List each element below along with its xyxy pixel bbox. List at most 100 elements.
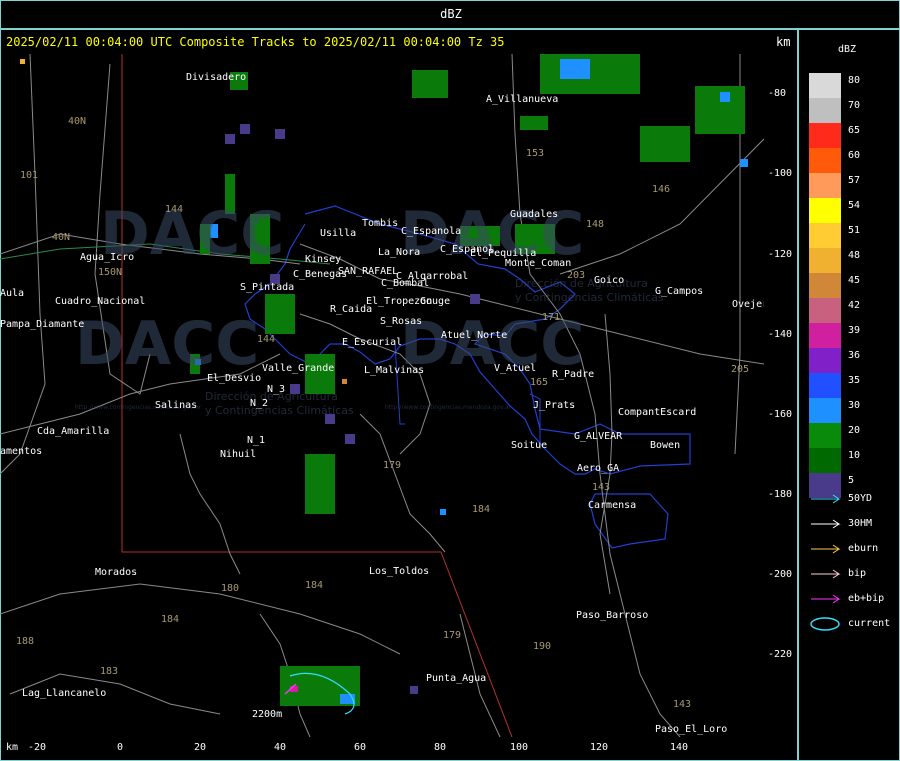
place-label: S_Rosas bbox=[380, 316, 423, 327]
place-label: amentos bbox=[0, 446, 43, 457]
legend-title: dBZ bbox=[838, 44, 857, 55]
y-tick: -100 bbox=[768, 168, 793, 179]
place-label: R_Padre bbox=[552, 369, 595, 380]
legend-swatch bbox=[809, 248, 841, 273]
place-label: Monte_Coman bbox=[505, 258, 572, 269]
x-tick: 20 bbox=[194, 742, 207, 753]
legend-track-label: eb+bip bbox=[848, 593, 885, 604]
legend-track-label: 30HM bbox=[848, 518, 873, 529]
place-label: Paso_El_Loro bbox=[655, 724, 728, 735]
place-label: Morados bbox=[95, 567, 138, 578]
y-tick: -180 bbox=[768, 489, 793, 500]
place-label: C_Espanola bbox=[401, 226, 462, 237]
legend-swatch bbox=[809, 423, 841, 448]
watermark-logo-3: DACC bbox=[75, 309, 260, 379]
x-tick: -20 bbox=[28, 742, 47, 753]
composite-header: 2025/02/11 00:04:00 UTC Composite Tracks… bbox=[6, 35, 505, 49]
place-label: Gouge bbox=[420, 296, 451, 307]
place-label: Kinsey bbox=[305, 254, 342, 265]
route-label: 190 bbox=[533, 641, 552, 652]
place-label: Nihuil bbox=[220, 449, 257, 460]
legend-swatch bbox=[809, 373, 841, 398]
legend-swatch bbox=[809, 148, 841, 173]
legend-swatch bbox=[809, 323, 841, 348]
legend-track-label: 50YD bbox=[848, 493, 873, 504]
legend-swatch-label: 80 bbox=[848, 75, 861, 86]
place-label: Guadales bbox=[510, 209, 559, 220]
legend-swatch-label: 65 bbox=[848, 125, 861, 136]
route-label: 146 bbox=[652, 184, 671, 195]
y-tick: -120 bbox=[768, 249, 793, 260]
route-label: 180 bbox=[221, 583, 240, 594]
x-tick: 80 bbox=[434, 742, 447, 753]
radar-map[interactable]: DACC DACC DACC DACC Dirección de Agricul… bbox=[0, 54, 764, 737]
route-label: 203 bbox=[567, 270, 586, 281]
place-label: E_Escurial bbox=[342, 337, 403, 348]
legend-swatch-label: 70 bbox=[848, 100, 861, 111]
current-ellipse-icon bbox=[810, 617, 840, 631]
legend-swatch bbox=[809, 348, 841, 373]
route-label: 143 bbox=[592, 482, 611, 493]
legend-swatch-label: 42 bbox=[848, 300, 861, 311]
y-tick: -140 bbox=[768, 329, 793, 340]
place-label: Valle_Grande bbox=[262, 363, 335, 374]
route-label: 184 bbox=[161, 614, 180, 625]
route-label: 148 bbox=[586, 219, 605, 230]
route-label: 165 bbox=[530, 377, 549, 388]
route-label: 188 bbox=[16, 636, 35, 647]
route-label: 179 bbox=[383, 460, 402, 471]
place-label: Los_Toldos bbox=[369, 566, 430, 577]
legend-swatch-label: 54 bbox=[848, 200, 861, 211]
track-arrow-icon bbox=[811, 519, 841, 529]
legend-swatch-label: 30 bbox=[848, 400, 861, 411]
track-arrow-icon bbox=[811, 569, 841, 579]
place-label: N_3 bbox=[267, 384, 286, 395]
place-label: Cda_Amarilla bbox=[37, 426, 110, 437]
legend-swatch-label: 35 bbox=[848, 375, 861, 386]
place-label: Paso_Barroso bbox=[576, 610, 649, 621]
legend-swatch bbox=[809, 73, 841, 98]
place-label: La_Nora bbox=[378, 247, 421, 258]
place-label: Carmensa bbox=[588, 500, 637, 511]
x-tick: 40 bbox=[274, 742, 287, 753]
place-label: SAN_RAFAEL bbox=[338, 266, 399, 277]
route-label: 150N bbox=[98, 267, 123, 278]
route-label: 144 bbox=[257, 334, 276, 345]
place-label: Aula bbox=[0, 288, 25, 299]
route-label: 143 bbox=[673, 699, 692, 710]
legend-swatch bbox=[809, 448, 841, 473]
place-label: Goico bbox=[594, 275, 625, 286]
place-label: G_Campos bbox=[655, 286, 704, 297]
legend-swatch bbox=[809, 298, 841, 323]
route-label: 183 bbox=[100, 666, 119, 677]
place-label: Soitue bbox=[511, 440, 548, 451]
route-label: 171 bbox=[542, 312, 561, 323]
legend-swatch-label: 45 bbox=[848, 275, 861, 286]
x-tick: 100 bbox=[510, 742, 529, 753]
legend-swatch bbox=[809, 198, 841, 223]
watermark-url-2: http://www.contingencias.mendoza.gov.ar bbox=[385, 404, 512, 411]
legend-swatch-label: 36 bbox=[848, 350, 861, 361]
place-label: G_ALVEAR bbox=[574, 431, 623, 442]
unit-label-top: km bbox=[776, 35, 791, 49]
place-label: Aero_GA bbox=[577, 463, 620, 474]
title-bar: dBZ bbox=[0, 0, 900, 29]
place-label: 2200m bbox=[252, 709, 283, 720]
x-tick: 140 bbox=[670, 742, 689, 753]
unit-label-bottom: km bbox=[6, 742, 19, 753]
place-label: CompantEscard bbox=[618, 407, 697, 418]
legend-swatch-label: 10 bbox=[848, 450, 861, 461]
place-label: C_Bombal bbox=[381, 278, 430, 289]
route-label: 179 bbox=[443, 630, 462, 641]
route-label: 101 bbox=[20, 170, 39, 181]
place-label: A_Villanueva bbox=[486, 94, 559, 105]
x-tick: 120 bbox=[590, 742, 609, 753]
place-label: S_Pintada bbox=[240, 282, 295, 293]
legend-track-label: current bbox=[848, 618, 891, 629]
track-arrow-icon bbox=[811, 544, 841, 554]
legend-swatch bbox=[809, 123, 841, 148]
route-label: 40N bbox=[68, 116, 87, 127]
place-label: Salinas bbox=[155, 400, 198, 411]
legend-swatch-label: 60 bbox=[848, 150, 861, 161]
legend-swatch-label: 20 bbox=[848, 425, 861, 436]
